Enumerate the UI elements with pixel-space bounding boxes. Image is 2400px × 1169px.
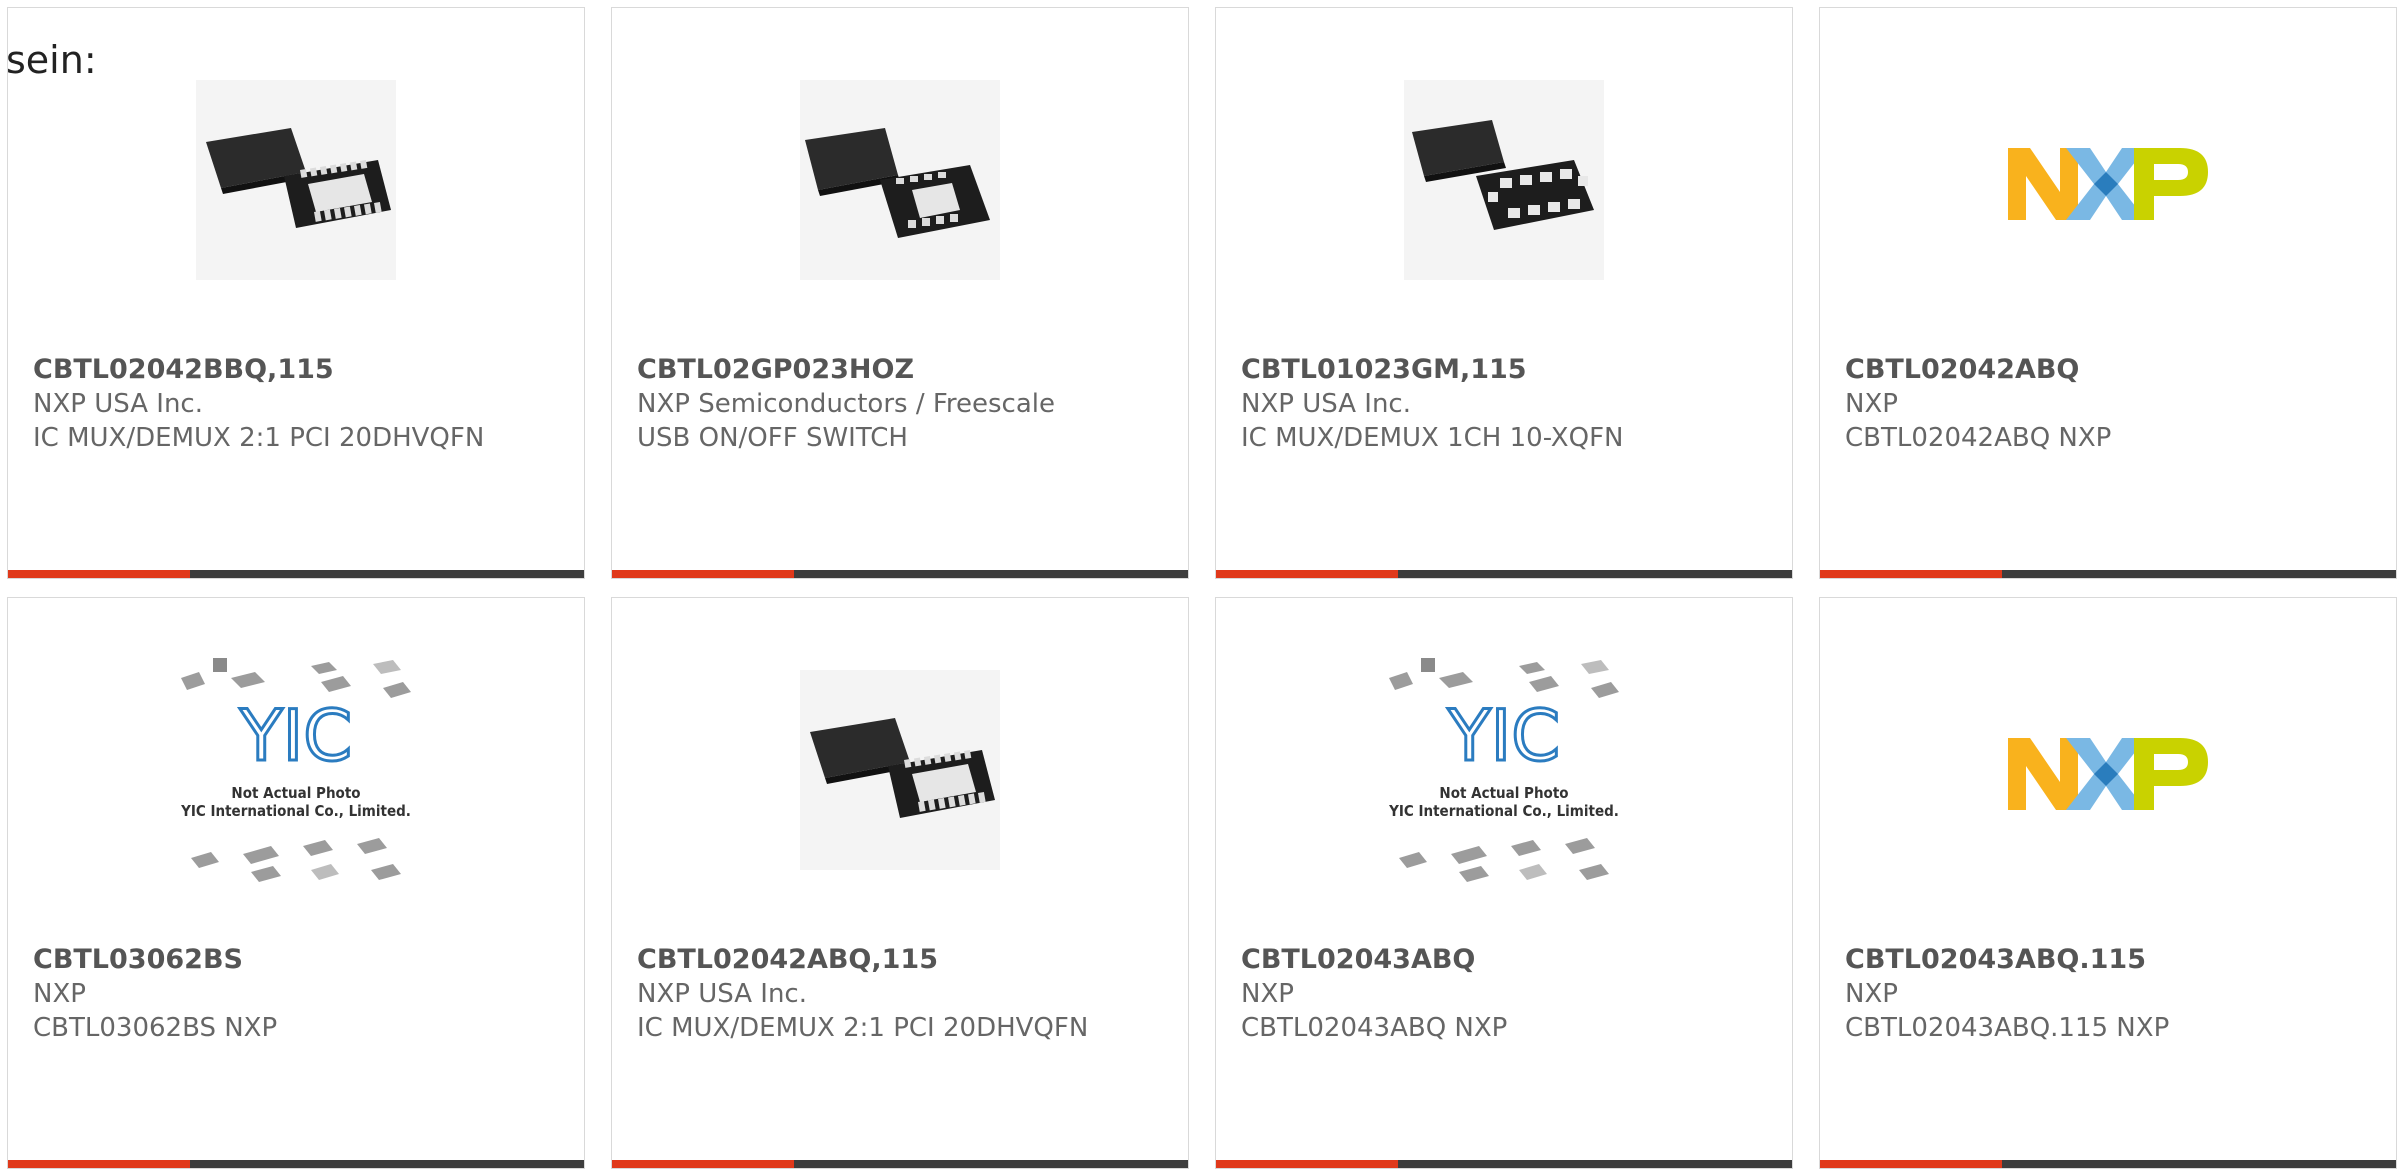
svg-text:YIC International Co., Limited: YIC International Co., Limited. xyxy=(1388,802,1619,820)
card-footer-bar xyxy=(612,570,1188,578)
card-accent-bar xyxy=(1820,1160,2002,1168)
product-card[interactable]: YIC Not Actual Photo YIC International C… xyxy=(1215,597,1793,1169)
svg-text:YIC International Co., Limited: YIC International Co., Limited. xyxy=(180,802,411,820)
description: USB ON/OFF SWITCH xyxy=(637,423,908,453)
product-image[interactable] xyxy=(800,670,1000,870)
part-number[interactable]: CBTL03062BS xyxy=(33,943,564,977)
card-footer-bar xyxy=(8,1160,584,1168)
card-footer-bar xyxy=(1216,570,1792,578)
product-info: CBTL02042ABQ NXP CBTL02042ABQ NXP xyxy=(1845,353,2376,455)
manufacturer: NXP xyxy=(1241,979,1294,1009)
part-number[interactable]: CBTL02GP023HOZ xyxy=(637,353,1168,387)
product-info: CBTL02GP023HOZ NXP Semiconductors / Frees… xyxy=(637,353,1168,455)
svg-text:Not Actual Photo: Not Actual Photo xyxy=(1439,784,1568,802)
product-info: CBTL02043ABQ.115 NXP CBTL02043ABQ.115 NXP xyxy=(1845,943,2376,1045)
card-accent-bar xyxy=(1820,570,2002,578)
product-card[interactable]: CBTL02043ABQ.115 NXP CBTL02043ABQ.115 NXP xyxy=(1819,597,2397,1169)
product-image[interactable]: YIC Not Actual Photo YIC International C… xyxy=(1369,648,1639,898)
product-card[interactable]: CBTL01023GM,115 NXP USA Inc. IC MUX/DEMUX … xyxy=(1215,7,1793,579)
description: CBTL02043ABQ.115 NXP xyxy=(1845,1013,2170,1043)
nxp-logo-icon xyxy=(2008,738,2208,810)
description: CBTL02042ABQ NXP xyxy=(1845,423,2112,453)
lead-text: sein: xyxy=(6,38,97,82)
chip-10pad-photo-icon xyxy=(1412,120,1594,230)
card-accent-bar xyxy=(1216,1160,1398,1168)
yic-placeholder-icon: YIC Not Actual Photo YIC International C… xyxy=(1388,658,1619,882)
part-number[interactable]: CBTL01023GM,115 xyxy=(1241,353,1772,387)
svg-text:Not Actual Photo: Not Actual Photo xyxy=(231,784,360,802)
product-card[interactable]: CBTL02042ABQ,115 NXP USA Inc. IC MUX/DEMUX… xyxy=(611,597,1189,1169)
product-card[interactable]: CBTL02042ABQ NXP CBTL02042ABQ NXP xyxy=(1819,7,2397,579)
manufacturer: NXP xyxy=(33,979,86,1009)
manufacturer: NXP Semiconductors / Freescale xyxy=(637,389,1056,419)
card-footer-bar xyxy=(1820,570,2396,578)
product-image[interactable] xyxy=(2008,670,2208,870)
description: IC MUX/DEMUX 2:1 PCI 20DHVQFN xyxy=(637,1013,1089,1043)
card-footer-bar xyxy=(1820,1160,2396,1168)
card-accent-bar xyxy=(612,570,794,578)
manufacturer: NXP xyxy=(1845,389,1898,419)
manufacturer: NXP USA Inc. xyxy=(637,979,807,1009)
product-image[interactable] xyxy=(196,80,396,280)
product-card[interactable]: CBTL02042BBQ,115 NXP USA Inc. IC MUX/DEMUX… xyxy=(7,7,585,579)
part-number[interactable]: CBTL02043ABQ xyxy=(1241,943,1772,977)
product-info: CBTL01023GM,115 NXP USA Inc. IC MUX/DEMUX … xyxy=(1241,353,1772,455)
description: IC MUX/DEMUX 2:1 PCI 20DHVQFN xyxy=(33,423,485,453)
card-footer-bar xyxy=(1216,1160,1792,1168)
manufacturer: NXP USA Inc. xyxy=(33,389,203,419)
manufacturer: NXP USA Inc. xyxy=(1241,389,1411,419)
card-accent-bar xyxy=(612,1160,794,1168)
card-accent-bar xyxy=(1216,570,1398,578)
product-image[interactable] xyxy=(2008,80,2208,280)
part-number[interactable]: CBTL02042BBQ,115 xyxy=(33,353,564,387)
product-image[interactable] xyxy=(1404,80,1604,280)
svg-text:YIC: YIC xyxy=(1447,695,1560,777)
description: CBTL02043ABQ NXP xyxy=(1241,1013,1508,1043)
product-card[interactable]: CBTL02GP023HOZ NXP Semiconductors / Frees… xyxy=(611,7,1189,579)
description: IC MUX/DEMUX 1CH 10-XQFN xyxy=(1241,423,1624,453)
card-accent-bar xyxy=(8,1160,190,1168)
product-image[interactable]: YIC Not Actual Photo YIC International C… xyxy=(161,648,431,898)
card-footer-bar xyxy=(8,570,584,578)
product-info: CBTL02042BBQ,115 NXP USA Inc. IC MUX/DEMUX… xyxy=(33,353,564,455)
part-number[interactable]: CBTL02043ABQ.115 xyxy=(1845,943,2376,977)
nxp-logo-icon xyxy=(2008,148,2208,220)
manufacturer: NXP xyxy=(1845,979,1898,1009)
card-accent-bar xyxy=(8,570,190,578)
chip-dhvqfn-photo-icon xyxy=(810,718,995,818)
card-footer-bar xyxy=(612,1160,1188,1168)
product-info: CBTL02042ABQ,115 NXP USA Inc. IC MUX/DEMUX… xyxy=(637,943,1168,1045)
product-card[interactable]: YIC Not Actual Photo YIC International C… xyxy=(7,597,585,1169)
part-number[interactable]: CBTL02042ABQ xyxy=(1845,353,2376,387)
chip-xqfn-photo-icon xyxy=(805,128,990,238)
product-image[interactable] xyxy=(800,80,1000,280)
svg-text:YIC: YIC xyxy=(239,695,352,777)
description: CBTL03062BS NXP xyxy=(33,1013,278,1043)
chip-dhvqfn-photo-icon xyxy=(206,128,391,228)
product-info: CBTL02043ABQ NXP CBTL02043ABQ NXP xyxy=(1241,943,1772,1045)
product-info: CBTL03062BS NXP CBTL03062BS NXP xyxy=(33,943,564,1045)
part-number[interactable]: CBTL02042ABQ,115 xyxy=(637,943,1168,977)
yic-placeholder-icon: YIC Not Actual Photo YIC International C… xyxy=(180,658,411,882)
